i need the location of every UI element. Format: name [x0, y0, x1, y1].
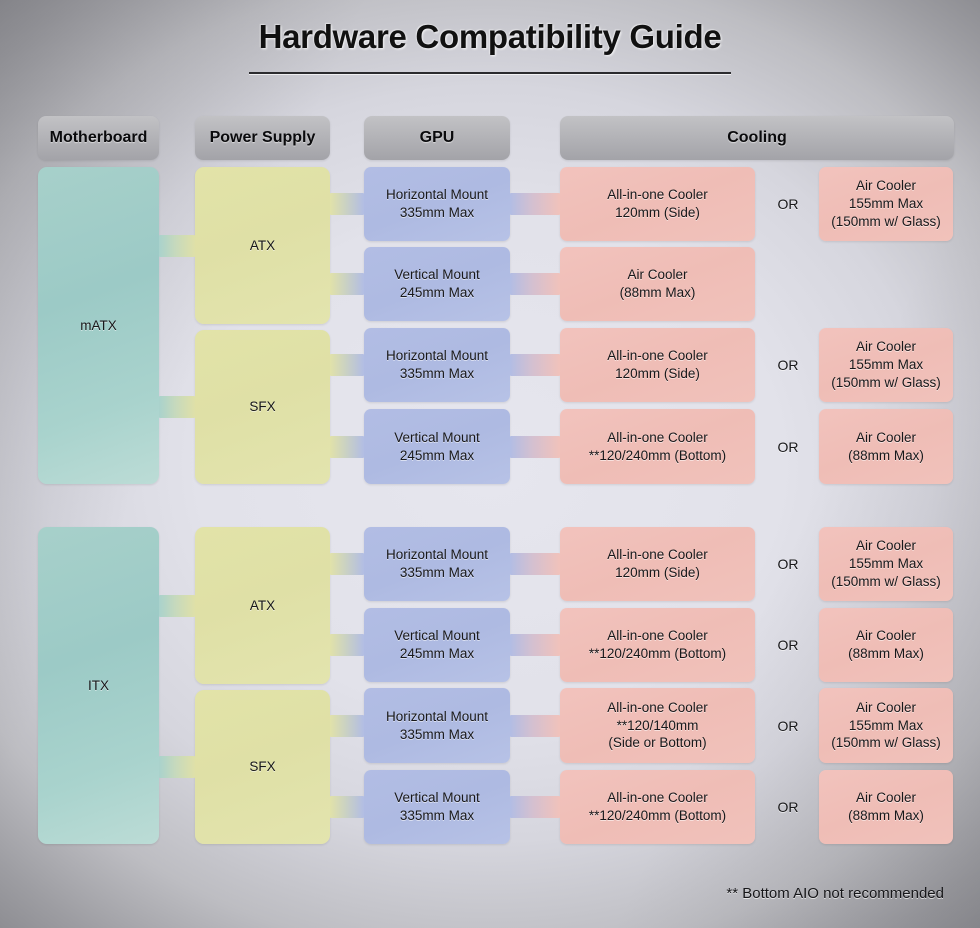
connector-psu-gpu-3	[330, 354, 364, 376]
column-header-motherboard: Motherboard	[38, 116, 159, 160]
diagram-content: Hardware Compatibility Guide Motherboard…	[0, 0, 980, 928]
title-underline	[249, 72, 731, 74]
cooling-primary-1[interactable]: All-in-one Cooler 120mm (Side)	[560, 167, 755, 241]
gpu-node-8[interactable]: Vertical Mount 335mm Max	[364, 770, 510, 844]
cooling-or-8: OR	[777, 799, 799, 815]
gpu-node-5[interactable]: Horizontal Mount 335mm Max	[364, 527, 510, 601]
cooling-primary-4[interactable]: All-in-one Cooler **120/240mm (Bottom)	[560, 409, 755, 484]
connector-gpu-cooling-2	[510, 273, 560, 295]
motherboard-node-matx[interactable]: mATX	[38, 167, 159, 484]
footnote: ** Bottom AIO not recommended	[726, 885, 944, 902]
connector-psu-gpu-8	[330, 796, 364, 818]
connector-psu-gpu-1	[330, 193, 364, 215]
cooling-or-4: OR	[777, 438, 799, 455]
connector-gpu-cooling-8	[510, 796, 560, 818]
cooling-primary-6[interactable]: All-in-one Cooler **120/240mm (Bottom)	[560, 608, 755, 682]
cooling-or-7: OR	[777, 717, 799, 734]
psu-node-matx-sfx[interactable]: SFX	[195, 330, 330, 484]
connector-gpu-cooling-4	[510, 436, 560, 458]
connector-psu-gpu-2	[330, 273, 364, 295]
cooling-or-1: OR	[777, 196, 799, 212]
motherboard-node-itx[interactable]: ITX	[38, 527, 159, 844]
cooling-alternate-3[interactable]: Air Cooler 155mm Max (150mm w/ Glass)	[819, 328, 953, 402]
connector-psu-gpu-7	[330, 715, 364, 737]
psu-node-matx-atx[interactable]: ATX	[195, 167, 330, 324]
page-title: Hardware Compatibility Guide	[258, 18, 722, 55]
cooling-or-2	[760, 247, 816, 321]
cooling-or-5: OR	[777, 556, 799, 572]
connector-itx-atx	[159, 595, 195, 617]
gpu-node-2[interactable]: Vertical Mount 245mm Max	[364, 247, 510, 321]
connector-gpu-cooling-7	[510, 715, 560, 737]
gpu-node-6[interactable]: Vertical Mount 245mm Max	[364, 608, 510, 682]
cooling-alternate-8[interactable]: Air Cooler (88mm Max)	[819, 770, 953, 844]
connector-itx-sfx	[159, 756, 195, 778]
connector-gpu-cooling-6	[510, 634, 560, 656]
column-header-cooling: Cooling	[560, 116, 954, 160]
gpu-node-4[interactable]: Vertical Mount 245mm Max	[364, 409, 510, 484]
connector-matx-sfx	[159, 396, 195, 418]
column-header-power-supply: Power Supply	[195, 116, 330, 160]
cooling-primary-8[interactable]: All-in-one Cooler **120/240mm (Bottom)	[560, 770, 755, 844]
cooling-alternate-7[interactable]: Air Cooler 155mm Max (150mm w/ Glass)	[819, 688, 953, 763]
connector-gpu-cooling-3	[510, 354, 560, 376]
connector-matx-atx	[159, 235, 195, 257]
cooling-alternate-6[interactable]: Air Cooler (88mm Max)	[819, 608, 953, 682]
connector-gpu-cooling-5	[510, 553, 560, 575]
cooling-or-6: OR	[777, 637, 799, 653]
column-header-gpu: GPU	[364, 116, 510, 160]
cooling-primary-7[interactable]: All-in-one Cooler **120/140mm (Side or Bot…	[560, 688, 755, 763]
gpu-node-3[interactable]: Horizontal Mount 335mm Max	[364, 328, 510, 402]
cooling-primary-5[interactable]: All-in-one Cooler 120mm (Side)	[560, 527, 755, 601]
cooling-alternate-4[interactable]: Air Cooler (88mm Max)	[819, 409, 953, 484]
connector-psu-gpu-5	[330, 553, 364, 575]
cooling-primary-3[interactable]: All-in-one Cooler 120mm (Side)	[560, 328, 755, 402]
cooling-alternate-5[interactable]: Air Cooler 155mm Max (150mm w/ Glass)	[819, 527, 953, 601]
connector-gpu-cooling-1	[510, 193, 560, 215]
cooling-or-3: OR	[777, 357, 799, 373]
connector-psu-gpu-4	[330, 436, 364, 458]
cooling-alternate-1[interactable]: Air Cooler 155mm Max (150mm w/ Glass)	[819, 167, 953, 241]
connector-psu-gpu-6	[330, 634, 364, 656]
gpu-node-7[interactable]: Horizontal Mount 335mm Max	[364, 688, 510, 763]
psu-node-itx-atx[interactable]: ATX	[195, 527, 330, 684]
psu-node-itx-sfx[interactable]: SFX	[195, 690, 330, 844]
cooling-primary-2[interactable]: Air Cooler (88mm Max)	[560, 247, 755, 321]
gpu-node-1[interactable]: Horizontal Mount 335mm Max	[364, 167, 510, 241]
